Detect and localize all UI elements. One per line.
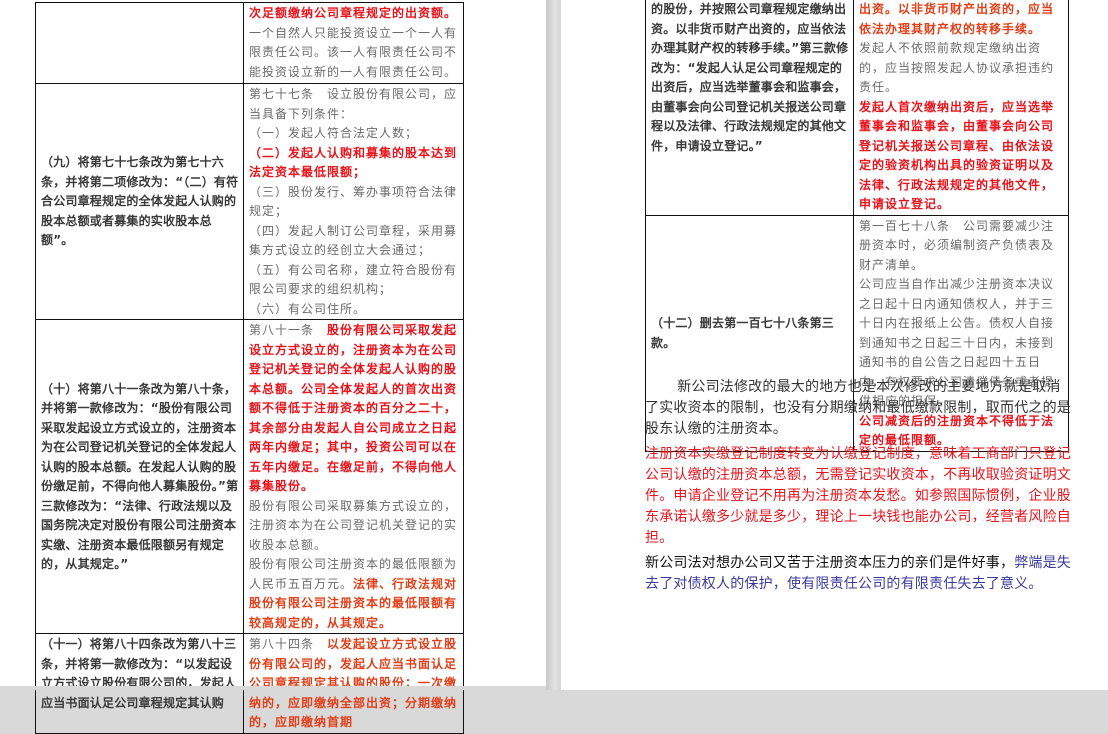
article-paragraph: （四）发起人制订公司章程，采用募集方式设立的经创立大会通过； (249, 222, 459, 261)
commentary-paragraph: 新公司法对想办公司又苦于注册资本压力的亲们是件好事，弊端是失去了对债权人的保护，… (645, 553, 1073, 595)
table-row: （九）将第七十七条改为第七十六条，并将第二项修改为：“（二）有符合公司章程规定的… (36, 84, 464, 320)
article-paragraph: 股份有限公司采取募集方式设立的，注册资本为在公司登记机关登记的实收股本总额。 (249, 497, 459, 556)
changed-text: 次足额缴纳公司章程规定的出资额。 (249, 6, 457, 20)
article-paragraph: 第八十四条 以发起设立方式设立股份有限公司的，发起人应当书面认足公司章程规定其认… (249, 635, 459, 733)
original-article: 第八十一条 股份有限公司采取发起设立方式设立的，注册资本为在公司登记机关登记的全… (244, 320, 464, 634)
article-paragraph: 第一百七十八条 公司需要减少注册资本时，必须编制资产负债表及财产清单。 (859, 217, 1064, 276)
original-text: （五）有公司名称，建立符合股份有限公司要求的组织机构； (249, 263, 457, 297)
article-paragraph: （一）发起人符合法定人数； (249, 124, 459, 144)
original-text: 发起人不依照前款规定缴纳出资的，应当按照发起人协议承担违约责任。 (859, 41, 1054, 94)
article-paragraph: 第八十一条 股份有限公司采取发起设立方式设立的，注册资本为在公司登记机关登记的全… (249, 321, 459, 497)
commentary-text: 注册资本实缴登记制度转变为认缴登记制度，意味着工商部门只登记公司认缴的注册资本总… (645, 446, 1071, 546)
commentary: 新公司法修改的最大的地方也是本次修改的主要地方就是取消了实收资本的限制，也没有分… (645, 377, 1073, 599)
article-paragraph: （五）有公司名称，建立符合股份有限公司要求的组织机构； (249, 261, 459, 300)
article-paragraph: 发起人首次缴纳出资后，应当选举董事会和监事会，由董事会向公司登记机关报送公司章程… (859, 98, 1064, 215)
original-text: 第八十一条 (249, 323, 327, 337)
original-text: （一）发起人符合法定人数； (249, 126, 418, 140)
original-article: 出资。以非货币财产出资的，应当依法办理其财产权的转移手续。发起人不依照前款规定缴… (854, 0, 1069, 215)
amendment-text: （十一）将第八十四条改为第八十三条，并将第一款修改为：“以发起设立方式设立股份有… (36, 634, 244, 734)
table-row: 的股份，并按照公司章程规定缴纳出资。以非货币财产出资的，应当依法办理其财产权的转… (646, 0, 1069, 215)
article-paragraph: 次足额缴纳公司章程规定的出资额。 (249, 4, 459, 24)
original-text: 第八十四条 (249, 637, 327, 651)
original-text: 一个自然人只能投资设立一个一人有限责任公司。该一人有限责任公司不能投资设立新的一… (249, 26, 457, 79)
original-text: （六）有公司住所。 (249, 302, 366, 316)
amendment-text: （九）将第七十七条改为第七十六条，并将第二项修改为：“（二）有符合公司章程规定的… (36, 84, 244, 320)
original-article: 次足额缴纳公司章程规定的出资额。一个自然人只能投资设立一个一人有限责任公司。该一… (244, 3, 464, 84)
article-paragraph: 发起人不依照前款规定缴纳出资的，应当按照发起人协议承担违约责任。 (859, 39, 1064, 98)
table-row: 次足额缴纳公司章程规定的出资额。一个自然人只能投资设立一个一人有限责任公司。该一… (36, 3, 464, 84)
page-gutter (546, 0, 561, 690)
original-text: （三）股份发行、筹办事项符合法律规定； (249, 185, 457, 219)
article-paragraph: （六）有公司住所。 (249, 300, 459, 320)
amendment-text: 的股份，并按照公司章程规定缴纳出资。以非货币财产出资的，应当依法办理其财产权的转… (646, 0, 854, 215)
page-edge (0, 686, 546, 690)
original-text: （四）发起人制订公司章程，采用募集方式设立的经创立大会通过； (249, 224, 457, 258)
article-paragraph: 出资。以非货币财产出资的，应当依法办理其财产权的转移手续。 (859, 0, 1064, 39)
article-paragraph: 股份有限公司注册资本的最低限额为人民币五百万元。法律、行政法规对股份有限公司注册… (249, 555, 459, 633)
article-paragraph: （三）股份发行、筹办事项符合法律规定； (249, 183, 459, 222)
changed-text: （二）发起人认购和募集的股本达到法定资本最低限额； (249, 146, 457, 180)
document-page-left: 次足额缴纳公司章程规定的出资额。一个自然人只能投资设立一个一人有限责任公司。该一… (0, 0, 546, 690)
original-article: 第七十七条 设立股份有限公司，应当具备下列条件： （一）发起人符合法定人数； （二）… (244, 84, 464, 320)
commentary-paragraph: 注册资本实缴登记制度转变为认缴登记制度，意味着工商部门只登记公司认缴的注册资本总… (645, 444, 1073, 549)
original-text: 第一百七十八条 公司需要减少注册资本时，必须编制资产负债表及财产清单。 (859, 219, 1054, 272)
article-paragraph: 第七十七条 设立股份有限公司，应当具备下列条件： (249, 85, 459, 124)
changed-text: 发起人首次缴纳出资后，应当选举董事会和监事会，由董事会向公司登记机关报送公司章程… (859, 100, 1054, 212)
amendment-table: 次足额缴纳公司章程规定的出资额。一个自然人只能投资设立一个一人有限责任公司。该一… (35, 2, 464, 734)
commentary-paragraph: 新公司法修改的最大的地方也是本次修改的主要地方就是取消了实收资本的限制，也没有分… (645, 377, 1073, 440)
original-text: 第七十七条 设立股份有限公司，应当具备下列条件： (249, 87, 457, 121)
amendment-text (36, 3, 244, 84)
document-page-right: 的股份，并按照公司章程规定缴纳出资。以非货币财产出资的，应当依法办理其财产权的转… (561, 0, 1108, 690)
original-article: 第八十四条 以发起设立方式设立股份有限公司的，发起人应当书面认足公司章程规定其认… (244, 634, 464, 734)
commentary-text: 新公司法对想办公司又苦于注册资本压力的亲们是件好事， (645, 555, 1014, 571)
original-text: 股份有限公司采取募集方式设立的，注册资本为在公司登记机关登记的实收股本总额。 (249, 499, 457, 552)
changed-text: 股份有限公司采取发起设立方式设立的，注册资本为在公司登记机关登记的全体发起人认购… (249, 323, 457, 493)
amendment-text: （十）将第八十一条改为第八十条，并将第一款修改为：“股份有限公司采取发起设立方式… (36, 320, 244, 634)
table-row: （十）将第八十一条改为第八十条，并将第一款修改为：“股份有限公司采取发起设立方式… (36, 320, 464, 634)
article-paragraph: （二）发起人认购和募集的股本达到法定资本最低限额； (249, 144, 459, 183)
table-row: （十一）将第八十四条改为第八十三条，并将第一款修改为：“以发起设立方式设立股份有… (36, 634, 464, 734)
article-paragraph: 一个自然人只能投资设立一个一人有限责任公司。该一人有限责任公司不能投资设立新的一… (249, 24, 459, 83)
changed-text: 出资。以非货币财产出资的，应当依法办理其财产权的转移手续。 (859, 2, 1054, 36)
commentary-text: 新公司法修改的最大的地方也是本次修改的主要地方就是取消了实收资本的限制，也没有分… (645, 379, 1071, 437)
